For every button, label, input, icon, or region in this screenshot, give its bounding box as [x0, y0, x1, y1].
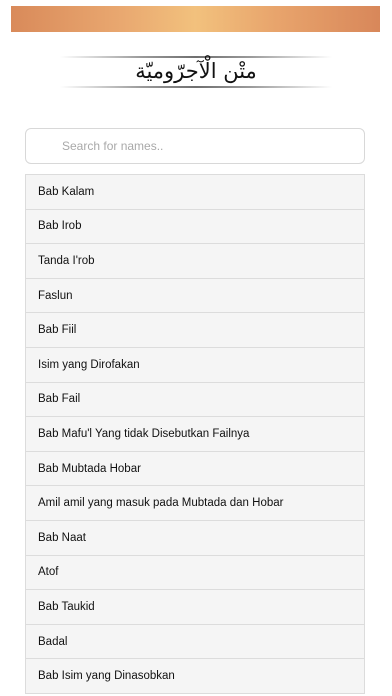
list-item[interactable]: Bab Fiil — [25, 313, 365, 348]
list-item[interactable]: Bab Fail — [25, 382, 365, 418]
chapter-list: Bab Kalam Bab Irob Tanda I'rob Faslun Ba… — [25, 174, 365, 694]
list-item[interactable]: Badal — [25, 624, 365, 660]
list-item[interactable]: Faslun — [25, 278, 365, 314]
search-icon — [40, 140, 52, 153]
top-banner — [11, 6, 380, 32]
list-item[interactable]: Atof — [25, 555, 365, 591]
list-item[interactable]: Bab Mubtada Hobar — [25, 451, 365, 487]
search-input[interactable] — [62, 129, 352, 163]
title-area: متْن الْآجرّوميّة — [0, 48, 392, 96]
list-item[interactable]: Bab Mafu'l Yang tidak Disebutkan Failnya — [25, 417, 365, 452]
search-box[interactable] — [25, 128, 365, 164]
list-item[interactable]: Amil amil yang masuk pada Mubtada dan Ho… — [25, 486, 365, 521]
list-item[interactable]: Bab Naat — [25, 520, 365, 556]
list-item[interactable]: Bab Irob — [25, 209, 365, 245]
title-divider-bottom — [60, 86, 332, 88]
list-item[interactable]: Isim yang Dirofakan — [25, 347, 365, 383]
list-item[interactable]: Tanda I'rob — [25, 244, 365, 279]
list-item[interactable]: Bab Isim yang Dinasobkan — [25, 659, 365, 694]
list-item[interactable]: Bab Taukid — [25, 590, 365, 625]
page-title: متْن الْآجرّوميّة — [135, 59, 257, 83]
list-item[interactable]: Bab Kalam — [25, 175, 365, 210]
